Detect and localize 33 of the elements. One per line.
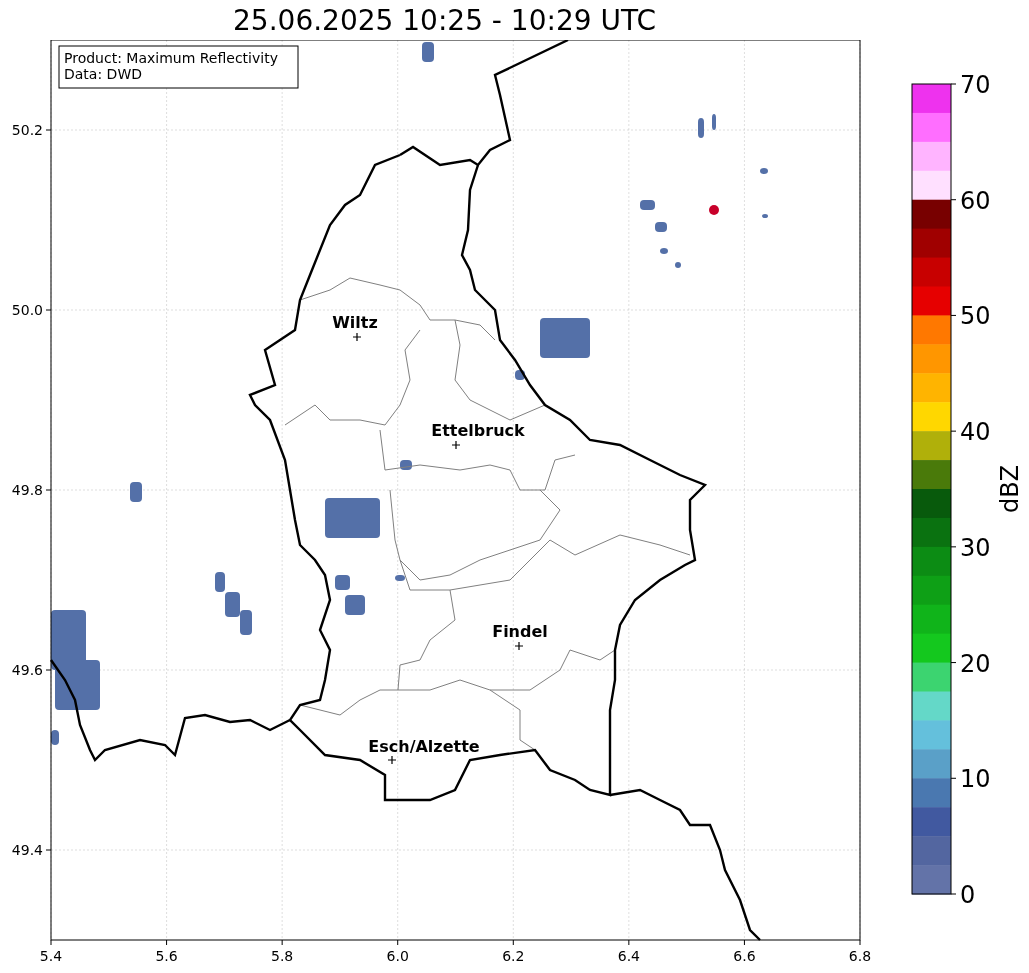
y-tick-label: 50.2 [11, 122, 43, 138]
colorbar-tick-label: 40 [960, 418, 991, 447]
x-tick-label: 5.6 [155, 948, 178, 964]
place-label: Esch/Alzette [368, 737, 480, 756]
x-tick-label: 6.4 [617, 948, 640, 964]
x-tick-label: 5.8 [271, 948, 294, 964]
colorbar-tick-label: 30 [960, 533, 991, 562]
y-tick-label: 50.0 [11, 302, 43, 318]
colorbar-tick-label: 50 [960, 302, 991, 331]
place-marker-icon [514, 641, 524, 651]
place-marker-icon [352, 332, 362, 342]
colorbar-tick-label: 60 [960, 186, 991, 215]
info-text: Data: DWD [64, 66, 142, 82]
y-tick-label: 49.6 [11, 662, 43, 678]
x-tick-label: 6.0 [386, 948, 409, 964]
info-text: Product: Maximum Reflectivity [64, 50, 278, 66]
x-tick-label: 6.2 [502, 948, 525, 964]
place-label: Findel [492, 622, 548, 641]
colorbar-label: dBZ [996, 464, 1024, 514]
chart-title: 25.06.2025 10:25 - 10:29 UTC [233, 3, 656, 37]
colorbar-tick-label: 20 [960, 649, 991, 678]
y-tick-label: 49.8 [11, 482, 43, 498]
x-tick-label: 6.8 [848, 948, 872, 964]
y-tick-label: 49.4 [11, 842, 43, 858]
x-tick-label: 5.4 [39, 948, 63, 964]
place-marker-icon [451, 440, 461, 450]
colorbar-tick-label: 0 [960, 881, 976, 909]
place-label: Wiltz [332, 313, 378, 332]
colorbar-tick-label: 10 [960, 765, 991, 794]
x-tick-label: 6.6 [733, 948, 756, 964]
place-label: Ettelbruck [431, 421, 525, 440]
colorbar-tick-label: 70 [960, 71, 991, 99]
place-marker-icon [387, 755, 397, 765]
